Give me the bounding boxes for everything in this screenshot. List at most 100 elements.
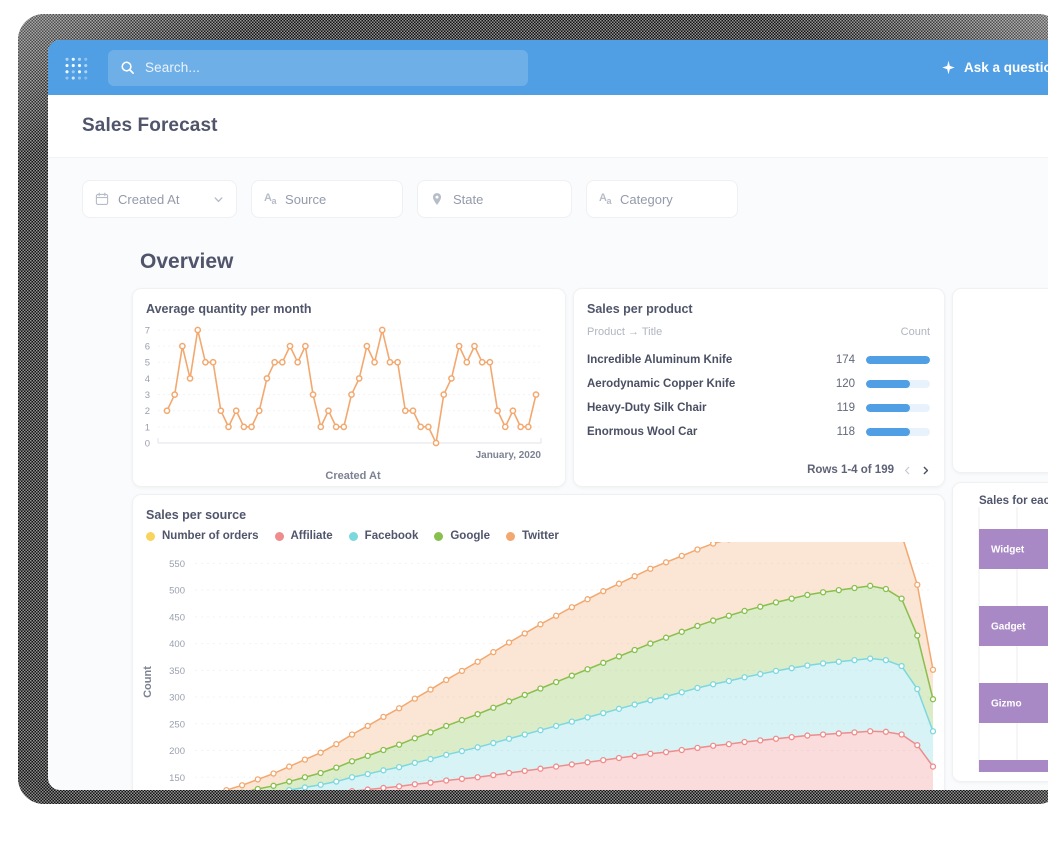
mini-bar-fill	[866, 356, 930, 364]
metabase-logo[interactable]	[62, 53, 92, 83]
search-placeholder: Search...	[145, 60, 200, 75]
table-row[interactable]: Incredible Aluminum Knife 174	[587, 348, 930, 372]
card-total-scalar[interactable]: 18, Total tr	[952, 288, 1048, 473]
svg-text:250: 250	[169, 719, 185, 730]
legend-item[interactable]: Twitter	[505, 530, 559, 542]
card-average-quantity-per-month[interactable]: Average quantity per month 0 1 2 3 4 5 6 7 Janu…	[132, 288, 566, 487]
card-title: Average quantity per month	[146, 302, 312, 316]
product-name: Enormous Wool Car	[587, 426, 698, 438]
sparkle-icon	[942, 60, 955, 75]
svg-text:6: 6	[145, 342, 150, 353]
svg-text:150: 150	[169, 773, 185, 784]
line-chart-x-tick: January, 2020	[476, 450, 542, 461]
pagination-label: Rows 1-4 of 199	[807, 464, 894, 476]
line-chart-y-tick-labels: 0 1 2 3 4 5 6 7	[145, 325, 150, 449]
product-table: Product → Title Count Incredible Aluminu…	[574, 316, 944, 444]
svg-text:7: 7	[145, 325, 150, 336]
product-count: 118	[836, 426, 855, 438]
bar-category-label: Widget	[991, 545, 1025, 556]
legend-color-dot	[274, 531, 284, 541]
area-chart-y-tick-labels: 150 200 250 300 350 400 450 500 550	[169, 559, 185, 784]
stacked-area-chart: 150 200 250 300 350 400 450 500 550 Count	[142, 542, 937, 790]
area-chart-legend: Number of orders Affiliate Facebook Google T…	[133, 522, 944, 542]
filter-state[interactable]: State	[417, 180, 572, 218]
scalar-content: 18, Total tr	[953, 289, 1048, 472]
legend-label: Google	[450, 530, 490, 542]
table-header-row: Product → Title Count	[587, 326, 930, 348]
product-count: 120	[835, 378, 855, 390]
svg-text:300: 300	[169, 693, 185, 704]
legend-item[interactable]: Affiliate	[274, 530, 333, 542]
table-row[interactable]: Aerodynamic Copper Knife 120	[587, 372, 930, 396]
card-title: Sales per source	[146, 508, 247, 522]
bar-category-label: Gizmo	[991, 699, 1022, 710]
table-pagination: Rows 1-4 of 199	[807, 464, 930, 476]
filter-source-label: Source	[285, 191, 327, 207]
legend-color-dot	[146, 531, 155, 541]
mini-bar-track	[866, 428, 930, 436]
dashboard-header: Sales Forecast	[48, 95, 1048, 157]
svg-text:3: 3	[145, 390, 150, 401]
legend-item[interactable]: Google	[434, 530, 490, 542]
svg-text:550: 550	[169, 559, 185, 570]
svg-text:1: 1	[145, 422, 150, 433]
table-body: Incredible Aluminum Knife 174 Aerodynamic …	[587, 348, 930, 444]
ask-a-question-button[interactable]: Ask a question	[941, 40, 1048, 95]
filter-category[interactable]: Aa Category	[586, 180, 738, 218]
location-pin-icon	[432, 193, 442, 205]
legend-color-dot	[348, 531, 358, 541]
search-input[interactable]: Search...	[108, 49, 528, 86]
line-chart-x-axis-label: Created At	[325, 470, 381, 482]
filter-bar: Created At Aa Source State Aa Category	[48, 157, 1048, 232]
text-aa-icon: Aa	[599, 191, 612, 207]
table-row[interactable]: Enormous Wool Car 118	[587, 420, 930, 444]
product-name: Incredible Aluminum Knife	[587, 354, 733, 366]
legend-item[interactable]: Number of orders	[146, 530, 259, 542]
svg-text:350: 350	[169, 666, 185, 677]
card-sales-per-product[interactable]: Sales per product Product → Title Count …	[573, 288, 945, 487]
bar-chart-bars: WidgetGadgetGizmoDoohickey	[979, 529, 1048, 772]
mini-bar-fill	[866, 380, 911, 388]
filter-source[interactable]: Aa Source	[251, 180, 403, 218]
legend-label: Twitter	[521, 530, 559, 542]
product-count: 119	[836, 402, 855, 414]
product-name: Aerodynamic Copper Knife	[587, 378, 736, 390]
section-heading-overview: Overview	[140, 250, 234, 273]
chevron-right-icon[interactable]	[921, 465, 930, 476]
horizontal-bar-chart: WidgetGadgetGizmoDoohickey	[978, 507, 1048, 772]
legend-color-dot	[434, 531, 444, 541]
legend-color-dot	[505, 531, 515, 541]
filter-state-label: State	[453, 191, 484, 207]
legend-label: Number of orders	[162, 530, 259, 542]
column-header-count[interactable]: Count	[800, 326, 930, 338]
filter-created-at-label: Created At	[118, 191, 180, 207]
card-title: Sales per product	[587, 302, 693, 316]
filter-created-at[interactable]: Created At	[82, 180, 237, 218]
card-sales-per-source[interactable]: Sales per source Number of orders Affilia…	[132, 494, 945, 790]
card-sales-per-category[interactable]: Sales for each product cate Widget Gadget…	[952, 482, 1048, 782]
product-count: 174	[835, 354, 855, 366]
ask-a-question-label: Ask a question	[963, 60, 1048, 75]
page-title: Sales Forecast	[82, 115, 218, 136]
chevron-down-icon	[214, 196, 223, 202]
chevron-left-icon[interactable]	[903, 465, 912, 476]
area-chart-y-axis-label: Count	[142, 666, 154, 698]
metabase-app-window: Search... Ask a question Sales Forecast …	[48, 40, 1048, 790]
mini-bar-fill	[866, 428, 910, 436]
svg-text:500: 500	[169, 586, 185, 597]
calendar-icon	[95, 192, 109, 205]
table-row[interactable]: Heavy-Duty Silk Chair 119	[587, 396, 930, 420]
mini-bar-track	[866, 404, 930, 412]
mini-bar-fill	[866, 404, 910, 412]
mini-bar-track	[866, 356, 930, 364]
mini-bar-track	[866, 380, 930, 388]
svg-text:4: 4	[145, 374, 150, 385]
line-chart-points	[163, 326, 540, 447]
bar-category-label: Gadget	[991, 622, 1026, 633]
top-navbar: Search... Ask a question	[48, 40, 1048, 95]
product-name: Heavy-Duty Silk Chair	[587, 402, 707, 414]
column-header-title[interactable]: Product → Title	[587, 326, 800, 338]
legend-item[interactable]: Facebook	[348, 530, 418, 542]
line-chart-series	[166, 329, 537, 444]
svg-text:200: 200	[169, 746, 185, 757]
